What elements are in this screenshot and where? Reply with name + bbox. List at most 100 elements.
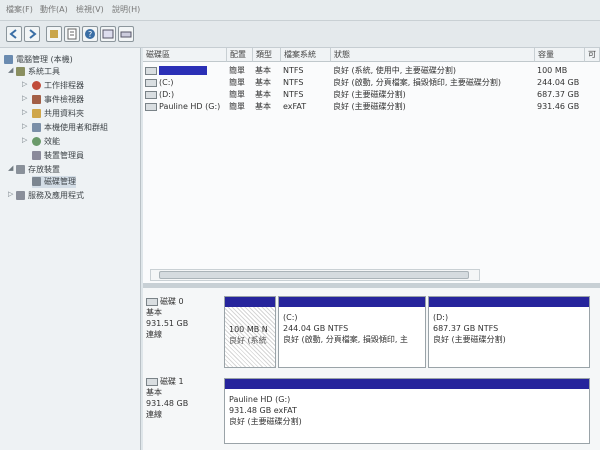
- svg-text:?: ?: [88, 30, 92, 39]
- column-header-filesystem[interactable]: 檔案系統: [281, 48, 331, 62]
- volume-icon: [145, 90, 157, 99]
- disk-0-title: 磁碟 0: [146, 296, 218, 307]
- volume-row-name[interactable]: (D:): [145, 89, 174, 101]
- menu-view[interactable]: 檢視(V): [76, 4, 104, 15]
- collapse-arrow-icon[interactable]: ▷: [8, 190, 13, 198]
- partition-bar: [429, 297, 589, 307]
- folder-icon: [32, 109, 41, 118]
- users-icon: [32, 123, 41, 132]
- tree-item-disk-management[interactable]: 磁碟管理: [32, 176, 76, 188]
- help-icon[interactable]: ?: [82, 26, 98, 42]
- disk-0-info[interactable]: 磁碟 0 基本 931.51 GB 連線: [146, 296, 218, 340]
- partition-pauline-hd[interactable]: Pauline HD (G:) 931.48 GB exFAT 良好 (主要磁碟…: [224, 378, 590, 444]
- disk-icon: [146, 377, 158, 386]
- volume-row-type: 基本: [255, 102, 271, 111]
- partition-d[interactable]: (D:) 687.37 GB NTFS 良好 (主要磁碟分割): [428, 296, 590, 368]
- column-header-capacity[interactable]: 容量: [535, 48, 585, 62]
- volume-row-status: 良好 (系統, 使用中, 主要磁碟分割): [333, 66, 456, 75]
- partition-bar: [225, 379, 589, 389]
- clock-icon: [32, 81, 41, 90]
- tree-root[interactable]: 電腦管理 (本機): [4, 54, 73, 66]
- volume-row-status: 良好 (啟動, 分頁檔案, 損毀傾印, 主要磁碟分割): [333, 78, 502, 87]
- device-manager-icon: [32, 151, 41, 160]
- expand-arrow-icon[interactable]: ◢: [8, 164, 13, 172]
- storage-icon: [16, 165, 25, 174]
- disk-1-title: 磁碟 1: [146, 376, 218, 387]
- volume-row-fs: NTFS: [283, 90, 304, 99]
- volume-row-type: 基本: [255, 66, 271, 75]
- volume-row-status: 良好 (主要磁碟分割): [333, 102, 406, 111]
- volume-row-layout: 簡單: [229, 78, 245, 87]
- performance-icon: [32, 137, 41, 146]
- partition-c[interactable]: (C:) 244.04 GB NTFS 良好 (啟動, 分頁檔案, 損毀傾印, …: [278, 296, 426, 368]
- menu-bar: 檔案(F) 動作(A) 檢視(V) 說明(H): [0, 0, 600, 21]
- forward-icon[interactable]: [24, 26, 40, 42]
- tree-item-task-scheduler[interactable]: 工作排程器: [32, 80, 84, 92]
- menu-file[interactable]: 檔案(F): [6, 4, 33, 15]
- column-header-status[interactable]: 狀態: [331, 48, 535, 62]
- collapse-arrow-icon[interactable]: ▷: [22, 94, 27, 102]
- tree-item-system-tools[interactable]: 系統工具: [16, 66, 60, 78]
- volume-row-name[interactable]: (C:): [145, 77, 174, 89]
- volume-row-status: 良好 (主要磁碟分割): [333, 90, 406, 99]
- tree-item-shared-folders[interactable]: 共用資料夾: [32, 108, 84, 120]
- disk-1-info[interactable]: 磁碟 1 基本 931.48 GB 連線: [146, 376, 218, 420]
- column-header-free[interactable]: 可: [585, 48, 600, 62]
- tree-item-local-users[interactable]: 本機使用者和群組: [32, 122, 108, 134]
- volume-row-fs: NTFS: [283, 78, 304, 87]
- column-header-volume[interactable]: 磁碟區: [143, 48, 227, 62]
- volume-row-capacity: 931.46 GB: [537, 102, 580, 111]
- volume-row-fs: NTFS: [283, 66, 304, 75]
- view-icon[interactable]: [100, 26, 116, 42]
- partition-system-reserved[interactable]: 100 MB N 良好 (系統: [224, 296, 276, 368]
- volume-row-capacity: 100 MB: [537, 66, 568, 75]
- volume-row-layout: 簡單: [229, 66, 245, 75]
- expand-arrow-icon[interactable]: ◢: [8, 66, 13, 74]
- volume-row-type: 基本: [255, 90, 271, 99]
- navigation-tree: 電腦管理 (本機) ◢ 系統工具 ▷ 工作排程器 ▷ 事件檢視器 ▷ 共用資料夾…: [0, 48, 141, 450]
- back-icon[interactable]: [6, 26, 22, 42]
- menu-action[interactable]: 動作(A): [40, 4, 68, 15]
- volume-row-type: 基本: [255, 78, 271, 87]
- volume-row-capacity: 244.04 GB: [537, 78, 580, 87]
- scrollbar-thumb[interactable]: [159, 271, 469, 279]
- column-header-layout[interactable]: 配置: [227, 48, 253, 62]
- tree-item-services[interactable]: 服務及應用程式: [16, 190, 84, 202]
- properties-icon[interactable]: [64, 26, 80, 42]
- computer-icon: [4, 55, 13, 64]
- volume-icon: [145, 102, 157, 111]
- horizontal-scrollbar[interactable]: [150, 269, 480, 281]
- tree-item-device-manager[interactable]: 裝置管理員: [32, 150, 84, 162]
- toolbar: ?: [0, 21, 600, 48]
- services-icon: [16, 191, 25, 200]
- volume-row-layout: 簡單: [229, 102, 245, 111]
- volume-icon: [145, 66, 157, 75]
- volume-row-name[interactable]: Pauline HD (G:): [145, 101, 220, 113]
- tools-icon: [16, 67, 25, 76]
- tree-item-performance[interactable]: 效能: [32, 136, 60, 148]
- disk-1-type: 基本: [146, 388, 162, 397]
- disk-icon: [146, 297, 158, 306]
- up-icon[interactable]: [46, 26, 62, 42]
- volume-row-layout: 簡單: [229, 90, 245, 99]
- collapse-arrow-icon[interactable]: ▷: [22, 108, 27, 116]
- collapse-arrow-icon[interactable]: ▷: [22, 122, 27, 130]
- disk-1-state: 連線: [146, 410, 162, 419]
- disk-0-state: 連線: [146, 330, 162, 339]
- volume-row-capacity: 687.37 GB: [537, 90, 580, 99]
- disk-1-size: 931.48 GB: [146, 399, 189, 408]
- collapse-arrow-icon[interactable]: ▷: [22, 136, 27, 144]
- disk-0-size: 931.51 GB: [146, 319, 189, 328]
- collapse-arrow-icon[interactable]: ▷: [22, 80, 27, 88]
- disk-icon[interactable]: [118, 26, 134, 42]
- volume-row-fs: exFAT: [283, 102, 307, 111]
- disk-0-type: 基本: [146, 308, 162, 317]
- column-header-type[interactable]: 類型: [253, 48, 281, 62]
- tree-item-storage[interactable]: 存放裝置: [16, 164, 60, 176]
- menu-help[interactable]: 說明(H): [112, 4, 140, 15]
- volume-row-name[interactable]: [145, 65, 207, 77]
- partition-bar: [225, 297, 275, 307]
- partition-bar: [279, 297, 425, 307]
- event-viewer-icon: [32, 95, 41, 104]
- tree-item-event-viewer[interactable]: 事件檢視器: [32, 94, 84, 106]
